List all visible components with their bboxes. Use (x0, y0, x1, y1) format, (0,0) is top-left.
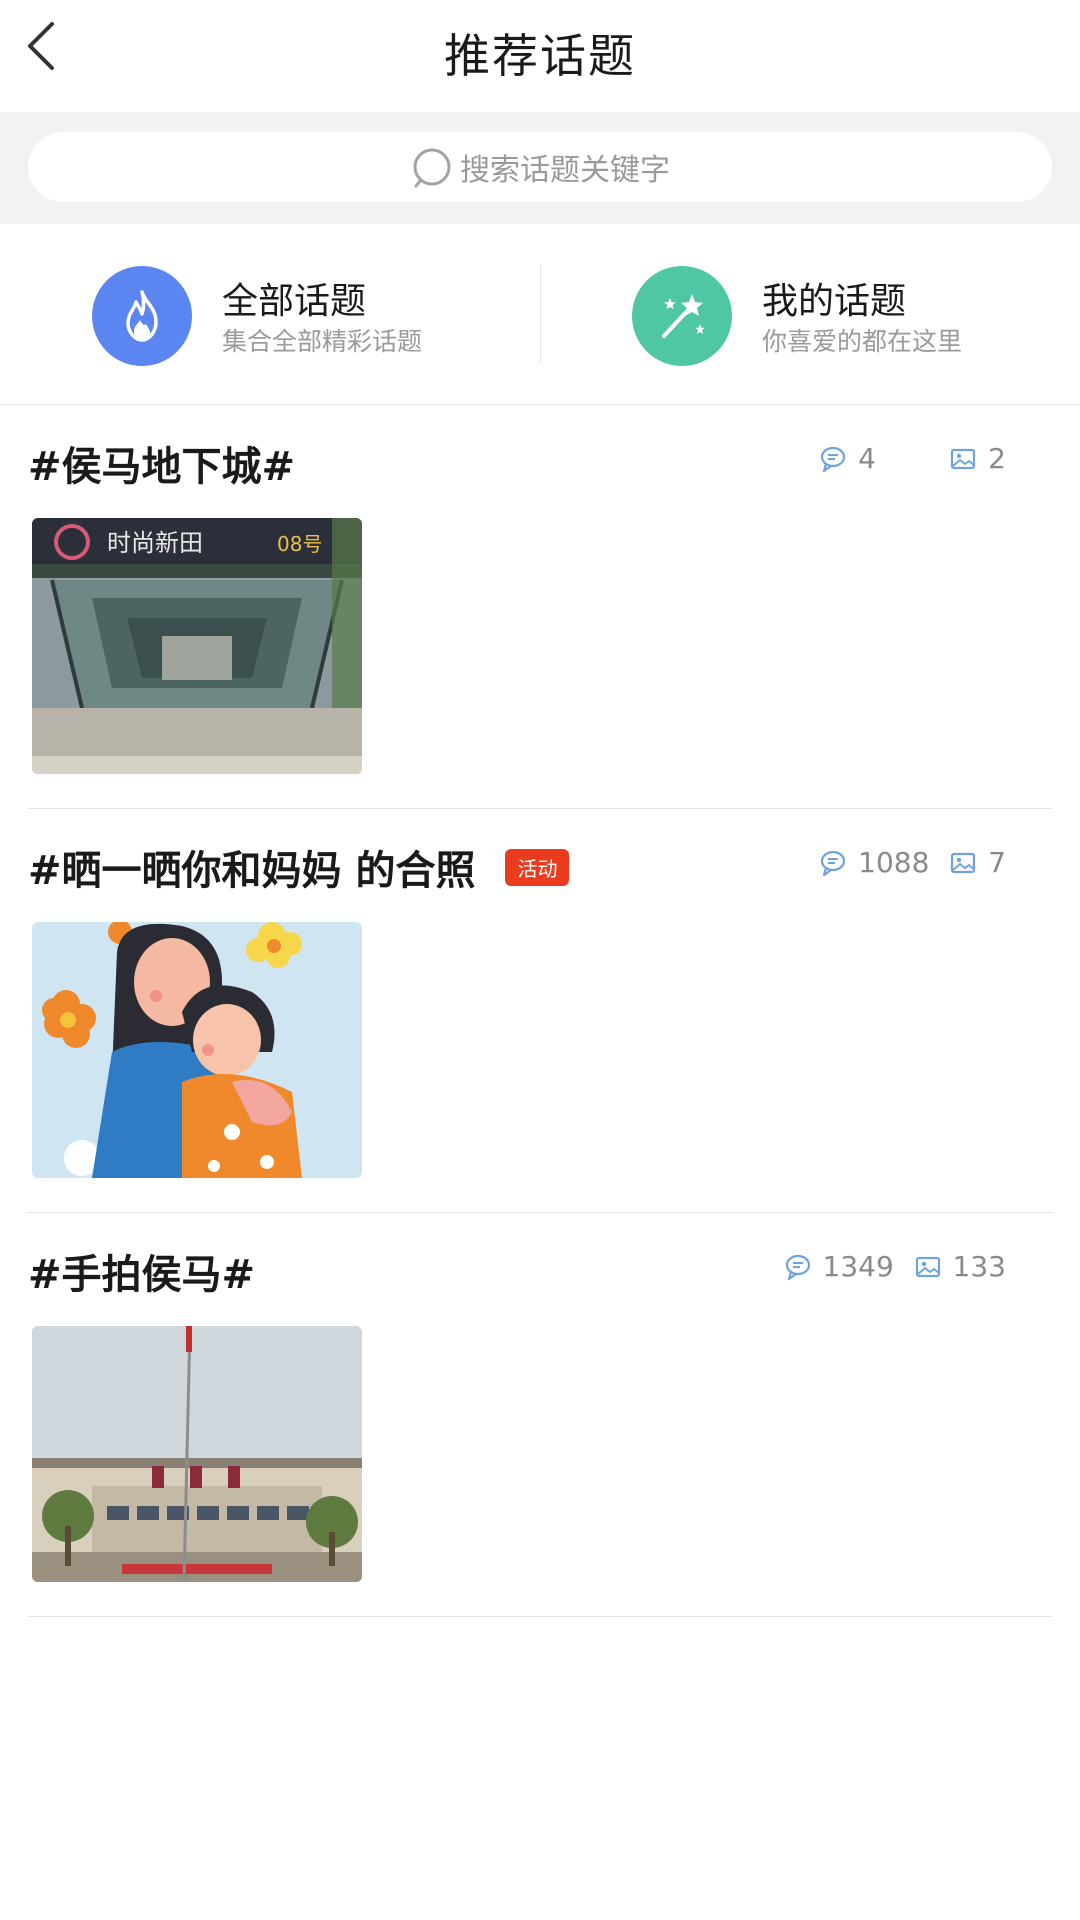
topic-thumbnail[interactable] (32, 1326, 362, 1582)
comment-icon (821, 850, 846, 876)
magic-wand-icon (632, 266, 732, 366)
image-count: 133 (952, 1250, 1006, 1283)
top-bar: 推荐话题 (0, 0, 1080, 112)
fire-icon (92, 266, 192, 366)
topic-item[interactable]: #手拍侯马# 1349 133 (28, 1212, 1052, 1617)
comment-count: 1088 (858, 846, 930, 879)
topic-thumbnail[interactable]: 时尚新田 08号 (32, 518, 362, 774)
topic-stats: 1349 133 (783, 1250, 1006, 1283)
my-topics-link[interactable]: 我的话题 你喜爱的都在这里 (632, 262, 1032, 366)
topic-stats: 1088 7 (818, 846, 1006, 879)
topic-item[interactable]: #晒一晒你和妈妈 的合照 活动 1088 7 (28, 808, 1052, 1213)
image-icon (951, 852, 976, 873)
houma-station-photo (32, 1326, 362, 1582)
my-topics-subtitle: 你喜爱的都在这里 (762, 327, 963, 356)
image-icon (915, 1256, 940, 1277)
comment-count: 1349 (822, 1250, 894, 1283)
activity-badge: 活动 (505, 848, 570, 886)
svg-text:时尚新田: 时尚新田 (107, 529, 203, 557)
comment-icon (821, 446, 846, 472)
all-topics-link[interactable]: 全部话题 集合全部精彩话题 (92, 262, 492, 366)
my-topics-title: 我的话题 (762, 281, 907, 322)
image-icon (951, 448, 976, 469)
search-bar-area: 搜索话题关键字 (0, 112, 1080, 224)
mother-daughter-illustration (32, 922, 362, 1178)
topic-thumbnail[interactable] (32, 922, 362, 1178)
search-icon (413, 148, 451, 188)
page-title: 推荐话题 (444, 29, 636, 83)
topic-item[interactable]: #侯马地下城# 4 2 时尚新田 08号 (28, 404, 1052, 809)
topic-stats: 4 2 (818, 442, 1006, 475)
topic-title: #侯马地下城# (28, 444, 296, 490)
all-topics-subtitle: 集合全部精彩话题 (222, 327, 423, 356)
comment-icon (785, 1254, 810, 1280)
search-input[interactable]: 搜索话题关键字 (28, 132, 1052, 202)
image-count: 7 (988, 846, 1006, 879)
quick-links: 全部话题 集合全部精彩话题 我的话题 你喜爱的都在这里 (0, 224, 1080, 405)
comment-count: 4 (858, 442, 876, 475)
svg-text:08号: 08号 (277, 532, 322, 556)
image-count: 2 (988, 442, 1006, 475)
topic-title: #手拍侯马# (28, 1252, 256, 1298)
all-topics-title: 全部话题 (222, 281, 367, 322)
divider (540, 264, 541, 364)
underground-mall-entrance-photo: 时尚新田 08号 (32, 518, 362, 774)
topic-title: #晒一晒你和妈妈 的合照 (28, 848, 476, 894)
search-placeholder: 搜索话题关键字 (460, 153, 670, 188)
